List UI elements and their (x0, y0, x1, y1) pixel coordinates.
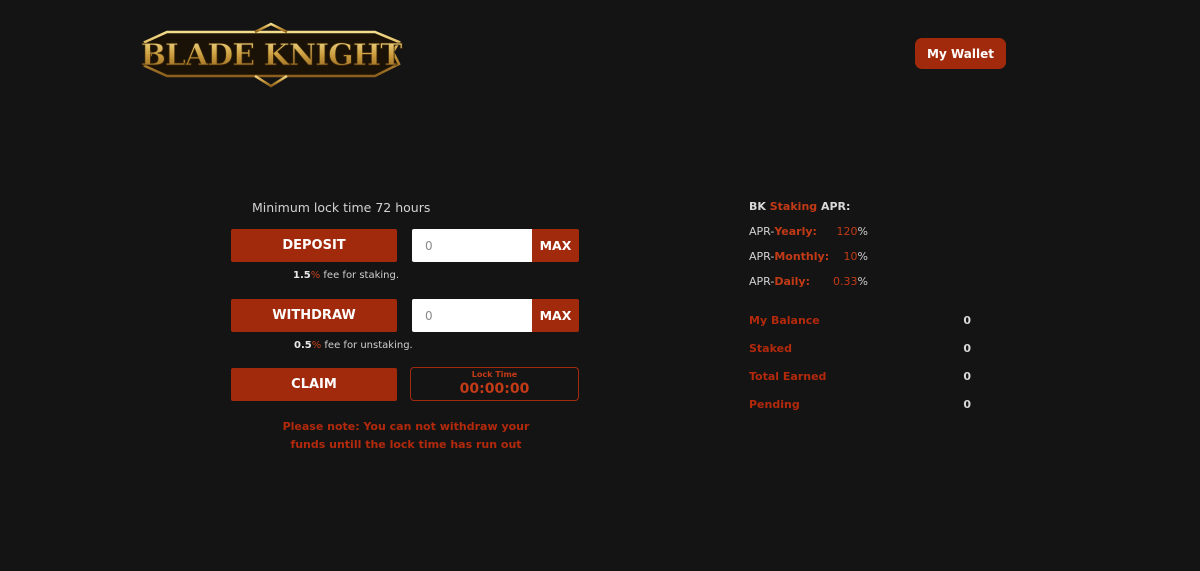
apr-yearly-value: 120% (837, 225, 868, 238)
apr-monthly-label: Monthly: (774, 250, 830, 263)
stat-label: Staked (749, 342, 792, 355)
apr-yearly-number: 120 (836, 225, 858, 238)
apr-monthly-row: APR-Monthly: 10% (749, 250, 874, 263)
apr-daily-label: Daily: (774, 275, 810, 288)
blade-knight-logo[interactable]: BLADE KNIGHT (137, 20, 405, 90)
staking-fee-note: 1.5% fee for staking. (293, 270, 399, 281)
withdraw-amount-input[interactable] (412, 299, 532, 332)
stat-value: 0 (963, 398, 971, 411)
lock-time-label: Lock Time (471, 370, 518, 379)
withdraw-warning-line-1: Please note: You can not withdraw your (282, 420, 530, 433)
apr-yearly-prefix: APR- (749, 225, 775, 238)
stat-pending: Pending 0 (749, 398, 973, 411)
staking-fee-percent: % (310, 270, 321, 281)
apr-monthly-value: 10% (844, 250, 868, 263)
stat-total-earned: Total Earned 0 (749, 370, 973, 383)
withdraw-max-button[interactable]: MAX (532, 299, 579, 332)
apr-yearly-label: Yearly: (774, 225, 817, 238)
my-wallet-button[interactable]: My Wallet (915, 38, 1006, 69)
lock-time-countdown: 00:00:00 (459, 381, 530, 397)
lock-time-box: Lock Time 00:00:00 (410, 367, 579, 401)
stat-label: Pending (749, 398, 800, 411)
apr-daily-prefix: APR- (749, 275, 775, 288)
apr-monthly-percent: % (857, 250, 868, 263)
apr-monthly-prefix: APR- (749, 250, 775, 263)
deposit-max-button[interactable]: MAX (532, 229, 579, 262)
stat-label: My Balance (749, 314, 820, 327)
staking-fee-value: 1.5 (293, 270, 311, 281)
apr-daily-value: 0.33% (833, 275, 868, 288)
deposit-amount-input[interactable] (412, 229, 532, 262)
apr-title: BK Staking APR: (749, 200, 850, 213)
unstaking-fee-value: 0.5 (294, 340, 312, 351)
apr-daily-row: APR-Daily: 0.33% (749, 275, 874, 288)
withdraw-warning-line-2: funds untill the lock time has run out (290, 438, 522, 451)
logo-text: BLADE KNIGHT (141, 38, 404, 73)
apr-monthly-number: 10 (843, 250, 858, 263)
minimum-lock-note: Minimum lock time 72 hours (252, 200, 431, 215)
stat-value: 0 (963, 342, 971, 355)
stat-value: 0 (963, 314, 971, 327)
apr-daily-percent: % (857, 275, 868, 288)
withdraw-warning: Please note: You can not withdraw your f… (276, 418, 536, 454)
stat-label: Total Earned (749, 370, 827, 383)
stat-my-balance: My Balance 0 (749, 314, 973, 327)
withdraw-button[interactable]: WITHDRAW (231, 299, 397, 332)
apr-title-suffix: APR: (817, 200, 851, 213)
unstaking-fee-percent: % (311, 340, 322, 351)
apr-yearly-row: APR-Yearly: 120% (749, 225, 874, 238)
unstaking-fee-text: fee for unstaking. (321, 340, 413, 351)
apr-title-accent: Staking (769, 200, 818, 213)
deposit-button[interactable]: DEPOSIT (231, 229, 397, 262)
unstaking-fee-note: 0.5% fee for unstaking. (294, 340, 413, 351)
apr-daily-number: 0.33 (833, 275, 858, 288)
stat-value: 0 (963, 370, 971, 383)
apr-title-prefix: BK (749, 200, 770, 213)
staking-fee-text: fee for staking. (320, 270, 400, 281)
claim-button[interactable]: CLAIM (231, 368, 397, 401)
stat-staked: Staked 0 (749, 342, 973, 355)
apr-yearly-percent: % (857, 225, 868, 238)
staking-page: BLADE KNIGHT My Wallet Minimum lock time… (0, 0, 1200, 571)
